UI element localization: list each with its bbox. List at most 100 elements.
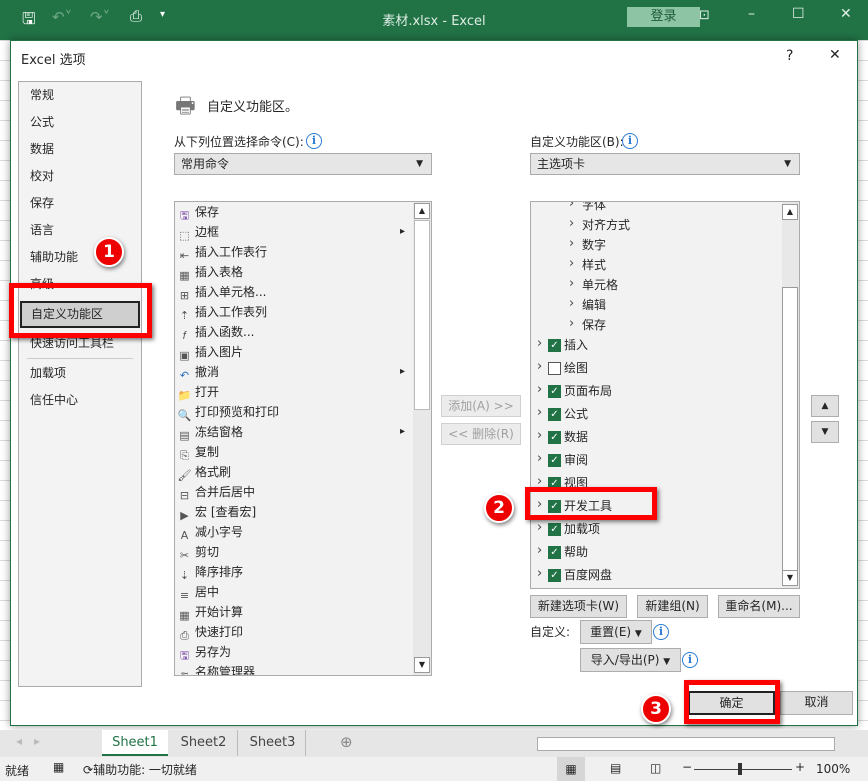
ribbon-display-icon[interactable]: ⊡: [699, 8, 710, 23]
ribbon-tab-item[interactable]: 加载项: [564, 519, 600, 539]
scroll-up-button[interactable]: ▲: [414, 203, 430, 219]
new-tab-button[interactable]: 新建选项卡(W): [530, 595, 627, 618]
sheet-tab-sheet3[interactable]: Sheet3: [240, 730, 306, 756]
move-up-button[interactable]: ▲: [811, 395, 839, 417]
ribbon-tab-item[interactable]: 公式: [564, 404, 588, 424]
ribbon-tab-item[interactable]: 绘图: [564, 358, 588, 378]
help-button[interactable]: ?: [786, 48, 793, 64]
group-item[interactable]: 字体: [582, 202, 606, 215]
expand-chevron-icon[interactable]: ›: [537, 382, 542, 397]
nav-save[interactable]: 保存: [20, 190, 140, 216]
normal-view-icon[interactable]: ▦: [557, 757, 585, 781]
command-item[interactable]: ⎙ 快速打印: [177, 622, 411, 642]
group-item[interactable]: 保存: [582, 315, 606, 335]
expand-chevron-icon[interactable]: ›: [537, 405, 542, 420]
accessibility-status[interactable]: ⟳辅助功能: 一切就绪: [83, 761, 197, 778]
customize-ribbon-dropdown[interactable]: 主选项卡 ▼: [530, 153, 800, 175]
nav-formulas[interactable]: 公式: [20, 109, 140, 135]
command-item[interactable]: ⎘ 复制: [177, 442, 411, 462]
command-item[interactable]: ⊟ 合并后居中: [177, 482, 411, 502]
tab-checkbox[interactable]: ✓: [548, 431, 561, 444]
group-item[interactable]: 对齐方式: [582, 215, 630, 235]
zoom-in-button[interactable]: +: [795, 760, 805, 774]
ribbon-tab-item[interactable]: 插入: [564, 335, 588, 355]
zoom-slider-thumb[interactable]: [738, 763, 742, 775]
info-icon[interactable]: i: [653, 624, 669, 640]
login-button[interactable]: 登录: [627, 7, 700, 27]
ribbon-tab-item[interactable]: 数据: [564, 427, 588, 447]
expand-chevron-icon[interactable]: ›: [537, 543, 542, 558]
expand-chevron-icon[interactable]: ›: [537, 520, 542, 535]
expand-chevron-icon[interactable]: ›: [569, 256, 574, 271]
add-sheet-icon[interactable]: ⊕: [340, 733, 353, 751]
expand-chevron-icon[interactable]: ›: [569, 316, 574, 331]
close-icon[interactable]: ✕: [840, 6, 852, 22]
ribbon-tab-item[interactable]: 页面布局: [564, 381, 612, 401]
expand-chevron-icon[interactable]: ›: [537, 566, 542, 581]
cancel-button[interactable]: 取消: [780, 691, 853, 715]
command-item[interactable]: ▦ 开始计算: [177, 602, 411, 622]
dialog-close-button[interactable]: ✕: [829, 47, 841, 63]
expand-chevron-icon[interactable]: ›: [569, 276, 574, 291]
command-item[interactable]: 📁 打开: [177, 382, 411, 402]
horizontal-scrollbar[interactable]: [537, 737, 835, 751]
zoom-slider[interactable]: [694, 769, 792, 770]
new-group-button[interactable]: 新建组(N): [637, 595, 708, 618]
add-button[interactable]: 添加(A) >>: [441, 395, 521, 417]
zoom-level[interactable]: 100%: [816, 762, 850, 776]
expand-chevron-icon[interactable]: ›: [569, 216, 574, 231]
commands-list[interactable]: ▲ ▼ 🖫 保存 ⬚ 边框 ▸ ⇤ 插入工作表行 ▦ 插入表格 ⊞ 插入单元格... ⇡ 插入工作表列 𝑓…: [174, 201, 432, 676]
nav-addins[interactable]: 加载项: [20, 360, 140, 386]
command-item[interactable]: ▣ 插入图片: [177, 342, 411, 362]
tab-scroll-right-icon[interactable]: ▸: [34, 734, 40, 748]
sheet-tab-sheet2[interactable]: Sheet2: [170, 730, 238, 756]
maximize-icon[interactable]: ☐: [792, 6, 805, 22]
command-item[interactable]: ⇣ 降序排序: [177, 562, 411, 582]
move-down-button[interactable]: ▼: [811, 421, 839, 443]
command-item[interactable]: ≋ 名称管理器: [177, 662, 411, 675]
command-item[interactable]: ↶ 撤消 ▸: [177, 362, 411, 382]
reset-dropdown-button[interactable]: 重置(E) ▼: [580, 620, 652, 644]
tab-checkbox[interactable]: ✓: [548, 408, 561, 421]
group-item[interactable]: 单元格: [582, 275, 618, 295]
commands-scrollbar[interactable]: ▲ ▼: [413, 202, 431, 675]
expand-chevron-icon[interactable]: ›: [569, 296, 574, 311]
tab-scroll-left-icon[interactable]: ◂: [16, 734, 22, 748]
tab-checkbox[interactable]: ✓: [548, 385, 561, 398]
group-item[interactable]: 编辑: [582, 295, 606, 315]
page-layout-view-icon[interactable]: ▤: [610, 761, 621, 775]
command-item[interactable]: ▦ 插入表格: [177, 262, 411, 282]
macro-record-icon[interactable]: ▦: [53, 760, 64, 774]
expand-chevron-icon[interactable]: ›: [537, 359, 542, 374]
command-item[interactable]: ✂ 剪切: [177, 542, 411, 562]
expand-chevron-icon[interactable]: ›: [569, 202, 574, 211]
ribbon-tab-item[interactable]: 审阅: [564, 450, 588, 470]
minimize-icon[interactable]: –: [748, 6, 755, 22]
tab-checkbox[interactable]: ✓: [548, 454, 561, 467]
choose-commands-dropdown[interactable]: 常用命令 ▼: [174, 153, 432, 175]
ribbon-tree-scrollbar[interactable]: ▲ ▼: [782, 202, 799, 588]
scrollbar-thumb[interactable]: [782, 287, 798, 572]
expand-chevron-icon[interactable]: ›: [569, 236, 574, 251]
tab-checkbox[interactable]: [548, 362, 561, 375]
group-item[interactable]: 数字: [582, 235, 606, 255]
rename-button[interactable]: 重命名(M)...: [718, 595, 800, 618]
ribbon-tab-item[interactable]: 百度网盘: [564, 565, 612, 585]
nav-data[interactable]: 数据: [20, 136, 140, 162]
command-item[interactable]: 🖫 另存为: [177, 642, 411, 662]
command-item[interactable]: A 减小字号: [177, 522, 411, 542]
expand-chevron-icon[interactable]: ›: [537, 336, 542, 351]
scroll-up-button[interactable]: ▲: [782, 204, 798, 220]
tab-checkbox[interactable]: ✓: [548, 339, 561, 352]
page-break-view-icon[interactable]: ◫: [650, 761, 661, 775]
info-icon[interactable]: i: [306, 133, 322, 149]
command-item[interactable]: 🖌 格式刷: [177, 462, 411, 482]
remove-button[interactable]: << 删除(R): [441, 423, 521, 445]
ribbon-tab-item[interactable]: 帮助: [564, 542, 588, 562]
expand-chevron-icon[interactable]: ›: [537, 451, 542, 466]
command-item[interactable]: 🖫 保存: [177, 202, 411, 222]
group-item[interactable]: 样式: [582, 255, 606, 275]
info-icon[interactable]: i: [622, 133, 638, 149]
scroll-down-button[interactable]: ▼: [782, 570, 798, 586]
tab-checkbox[interactable]: ✓: [548, 546, 561, 559]
